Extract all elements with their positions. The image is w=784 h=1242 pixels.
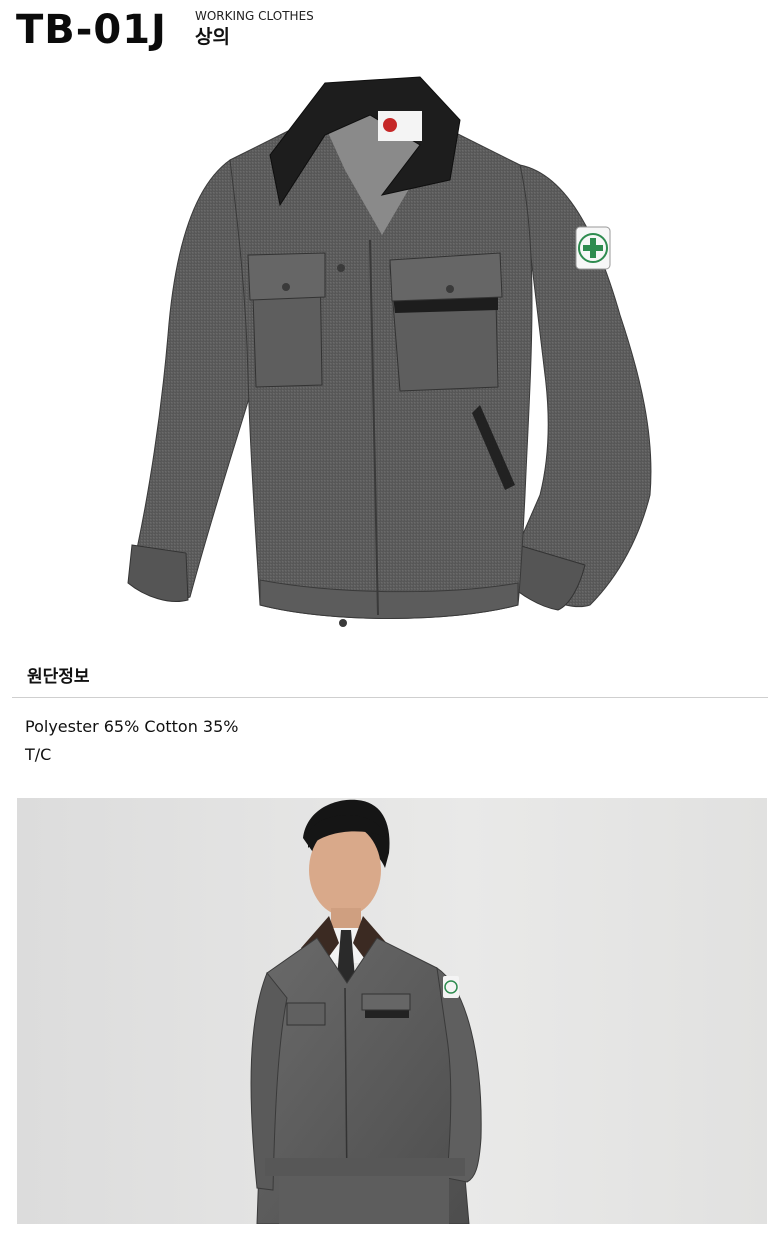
fabric-info-title: 원단정보 (27, 667, 90, 687)
fabric-type: T/C (25, 745, 52, 764)
model-photo (17, 798, 767, 1224)
page-header: TB-01J WORKING CLOTHES 상의 (0, 0, 784, 70)
model-wearing-jacket-image (17, 798, 767, 1224)
category-english: WORKING CLOTHES (195, 9, 314, 23)
section-divider (12, 697, 768, 698)
model-code: TB-01J (16, 7, 167, 53)
jacket-product-image (127, 76, 652, 627)
fabric-composition: Polyester 65% Cotton 35% (25, 717, 239, 736)
category-korean: 상의 (195, 26, 230, 48)
